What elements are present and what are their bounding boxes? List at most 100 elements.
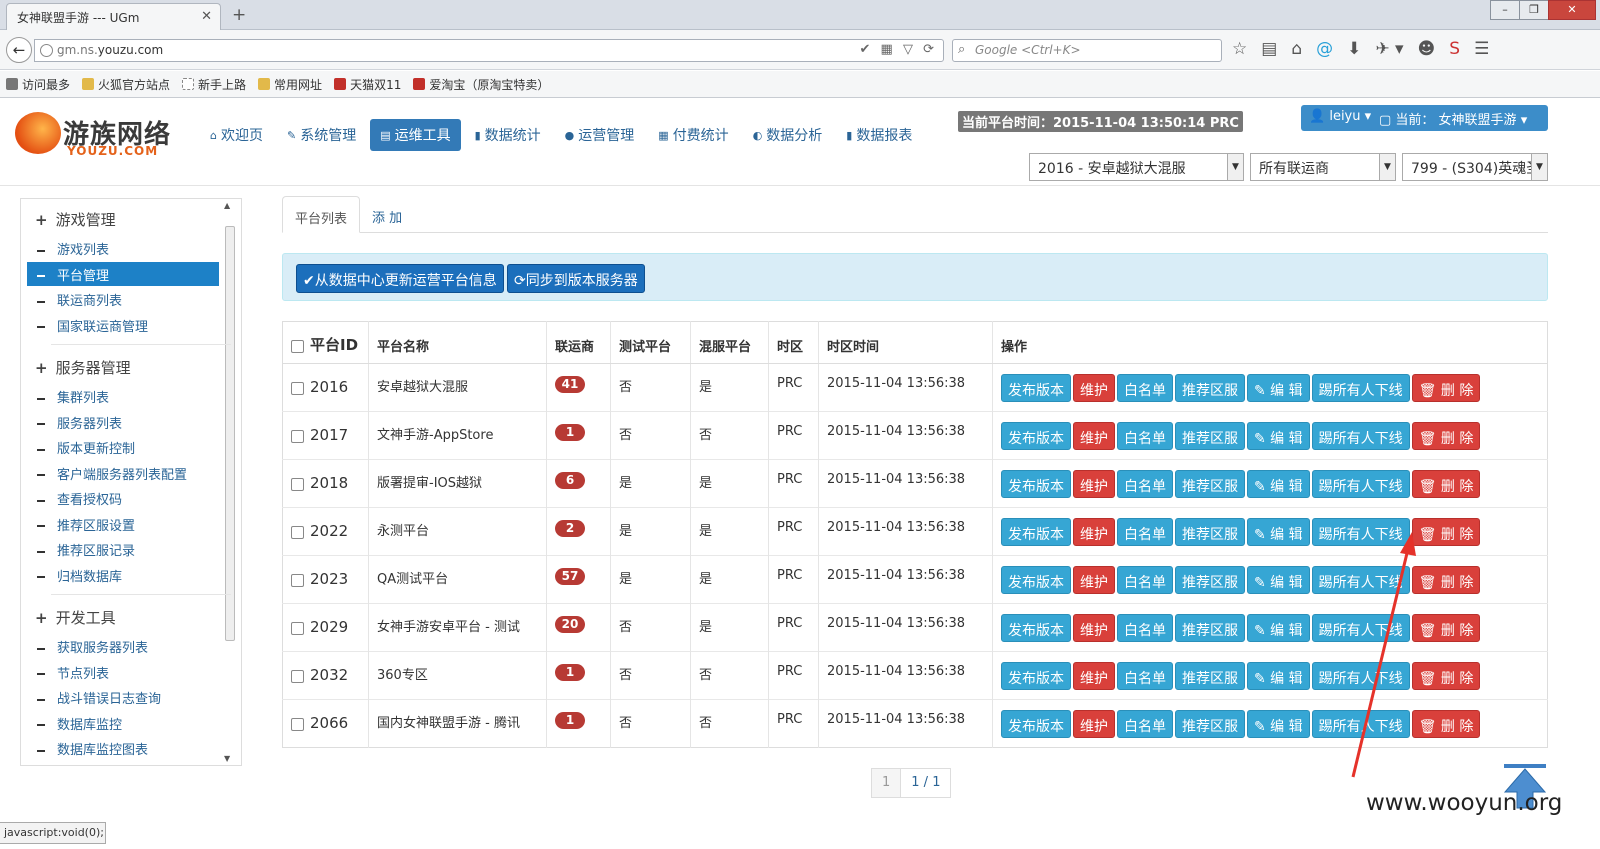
- edit-button[interactable]: ✎ 编 辑: [1247, 374, 1310, 402]
- operator-count-badge[interactable]: 20: [555, 616, 585, 633]
- sidebar-item[interactable]: 国家联运商管理: [27, 313, 219, 337]
- operator-select[interactable]: 所有联运商 ▼: [1250, 153, 1396, 181]
- bookmark-star-icon[interactable]: ☆: [1232, 39, 1247, 59]
- select-all-checkbox[interactable]: [291, 340, 304, 353]
- recommend-server-button[interactable]: 推荐区服: [1175, 518, 1245, 546]
- bookmark-item[interactable]: 爱淘宝（原淘宝特卖）: [413, 76, 549, 93]
- operator-count-badge[interactable]: 1: [555, 712, 585, 729]
- delete-button[interactable]: 🗑 删 除: [1411, 710, 1481, 738]
- delete-button[interactable]: 🗑 删 除: [1411, 518, 1481, 546]
- kick-all-button[interactable]: 踢所有人下线: [1311, 662, 1410, 690]
- delete-button[interactable]: 🗑 删 除: [1411, 662, 1481, 690]
- publish-version-button[interactable]: 发布版本: [1001, 518, 1071, 546]
- row-checkbox[interactable]: [291, 382, 304, 395]
- kick-all-button[interactable]: 踢所有人下线: [1311, 518, 1410, 546]
- publish-version-button[interactable]: 发布版本: [1001, 374, 1071, 402]
- tab-add[interactable]: 添 加: [360, 196, 414, 233]
- nav-item[interactable]: ▮ 数据统计: [465, 119, 551, 151]
- sidebar-group-title[interactable]: + 开发工具: [35, 607, 116, 628]
- whitelist-button[interactable]: 白名单: [1117, 614, 1173, 642]
- recommend-server-button[interactable]: 推荐区服: [1175, 422, 1245, 450]
- recommend-server-button[interactable]: 推荐区服: [1175, 614, 1245, 642]
- recommend-server-button[interactable]: 推荐区服: [1175, 566, 1245, 594]
- nav-item[interactable]: ▤ 运维工具: [370, 119, 461, 151]
- sidebar-item[interactable]: 服务器列表: [27, 410, 219, 434]
- server-select[interactable]: 799 - (S304)英魂圣 ▼: [1402, 153, 1548, 181]
- close-window-icon[interactable]: ✕: [1548, 0, 1596, 20]
- kick-all-button[interactable]: 踢所有人下线: [1311, 374, 1410, 402]
- nav-item[interactable]: ◐ 数据分析: [743, 119, 833, 151]
- row-checkbox[interactable]: [291, 526, 304, 539]
- edit-button[interactable]: ✎ 编 辑: [1247, 422, 1310, 450]
- delete-button[interactable]: 🗑 删 除: [1411, 422, 1481, 450]
- publish-version-button[interactable]: 发布版本: [1001, 422, 1071, 450]
- maintain-button[interactable]: 维护: [1073, 614, 1115, 642]
- scroll-up-icon[interactable]: ▲: [224, 201, 230, 210]
- menu-icon[interactable]: ☰: [1474, 39, 1489, 59]
- kick-all-button[interactable]: 踢所有人下线: [1311, 614, 1410, 642]
- addon-icon[interactable]: ✈ ▾: [1375, 39, 1403, 59]
- minimize-icon[interactable]: –: [1490, 0, 1520, 20]
- nav-item[interactable]: ▮ 数据报表: [836, 119, 922, 151]
- chat-icon[interactable]: ☻: [1418, 39, 1436, 59]
- row-checkbox[interactable]: [291, 622, 304, 635]
- operator-count-badge[interactable]: 57: [555, 568, 585, 585]
- whitelist-button[interactable]: 白名单: [1117, 518, 1173, 546]
- maintain-button[interactable]: 维护: [1073, 710, 1115, 738]
- reload-icon[interactable]: ✔ ▦ ▽ ⟳: [860, 42, 937, 57]
- sidebar-item[interactable]: 集群列表: [27, 384, 219, 408]
- page-current[interactable]: 1: [871, 768, 902, 798]
- kick-all-button[interactable]: 踢所有人下线: [1311, 710, 1410, 738]
- nav-item[interactable]: ▦ 付费统计: [648, 119, 738, 151]
- recommend-server-button[interactable]: 推荐区服: [1175, 470, 1245, 498]
- bookmark-item[interactable]: 火狐官方站点: [82, 76, 170, 93]
- sync-version-server-button[interactable]: ⟳同步到版本服务器: [507, 264, 645, 293]
- publish-version-button[interactable]: 发布版本: [1001, 614, 1071, 642]
- edit-button[interactable]: ✎ 编 辑: [1247, 710, 1310, 738]
- update-from-datacenter-button[interactable]: ✔从数据中心更新运营平台信息: [296, 264, 504, 293]
- edit-button[interactable]: ✎ 编 辑: [1247, 662, 1310, 690]
- row-checkbox[interactable]: [291, 478, 304, 491]
- maintain-button[interactable]: 维护: [1073, 422, 1115, 450]
- edit-button[interactable]: ✎ 编 辑: [1247, 614, 1310, 642]
- sidebar-item[interactable]: 获取服务器列表: [27, 634, 219, 658]
- browser-tab[interactable]: 女神联盟手游 --- UGm ✕: [6, 3, 221, 30]
- sidebar-item[interactable]: 游戏列表: [27, 236, 219, 260]
- scroll-down-icon[interactable]: ▼: [224, 754, 230, 763]
- row-checkbox[interactable]: [291, 430, 304, 443]
- whitelist-button[interactable]: 白名单: [1117, 470, 1173, 498]
- tab-platform-list[interactable]: 平台列表: [282, 196, 361, 233]
- delete-button[interactable]: 🗑 删 除: [1411, 374, 1481, 402]
- operator-count-badge[interactable]: 1: [555, 424, 585, 441]
- row-checkbox[interactable]: [291, 574, 304, 587]
- home-page-icon[interactable]: ⌂: [1291, 39, 1302, 59]
- row-checkbox[interactable]: [291, 670, 304, 683]
- scroll-thumb[interactable]: [225, 226, 235, 641]
- maintain-button[interactable]: 维护: [1073, 374, 1115, 402]
- edit-button[interactable]: ✎ 编 辑: [1247, 470, 1310, 498]
- maintain-button[interactable]: 维护: [1073, 518, 1115, 546]
- publish-version-button[interactable]: 发布版本: [1001, 470, 1071, 498]
- new-tab-icon[interactable]: +: [232, 5, 246, 25]
- sidebar-group-title[interactable]: + 游戏管理: [35, 209, 116, 230]
- at-icon[interactable]: @: [1316, 39, 1333, 59]
- sidebar-scrollbar[interactable]: ▲ ▼: [223, 201, 237, 763]
- publish-version-button[interactable]: 发布版本: [1001, 710, 1071, 738]
- whitelist-button[interactable]: 白名单: [1117, 566, 1173, 594]
- kick-all-button[interactable]: 踢所有人下线: [1311, 470, 1410, 498]
- address-bar[interactable]: gm.ns.youzu.com ✔ ▦ ▽ ⟳: [34, 39, 944, 62]
- whitelist-button[interactable]: 白名单: [1117, 422, 1173, 450]
- sidebar-item[interactable]: 版本更新控制: [27, 435, 219, 459]
- sidebar-item[interactable]: 战斗错误日志查询: [27, 685, 219, 709]
- download-icon[interactable]: ⬇: [1347, 39, 1361, 59]
- site-info-icon[interactable]: [40, 44, 53, 57]
- delete-button[interactable]: 🗑 删 除: [1411, 470, 1481, 498]
- sidebar-item[interactable]: 推荐区服设置: [27, 512, 219, 536]
- nav-item[interactable]: ✎ 系统管理: [277, 119, 366, 151]
- sidebar-item[interactable]: 数据库监控: [27, 711, 219, 735]
- operator-count-badge[interactable]: 6: [555, 472, 585, 489]
- delete-button[interactable]: 🗑 删 除: [1411, 614, 1481, 642]
- sidebar-item[interactable]: 联运商列表: [27, 287, 219, 311]
- nav-item[interactable]: ● 运营管理: [555, 119, 645, 151]
- extension-icon[interactable]: S: [1449, 39, 1460, 59]
